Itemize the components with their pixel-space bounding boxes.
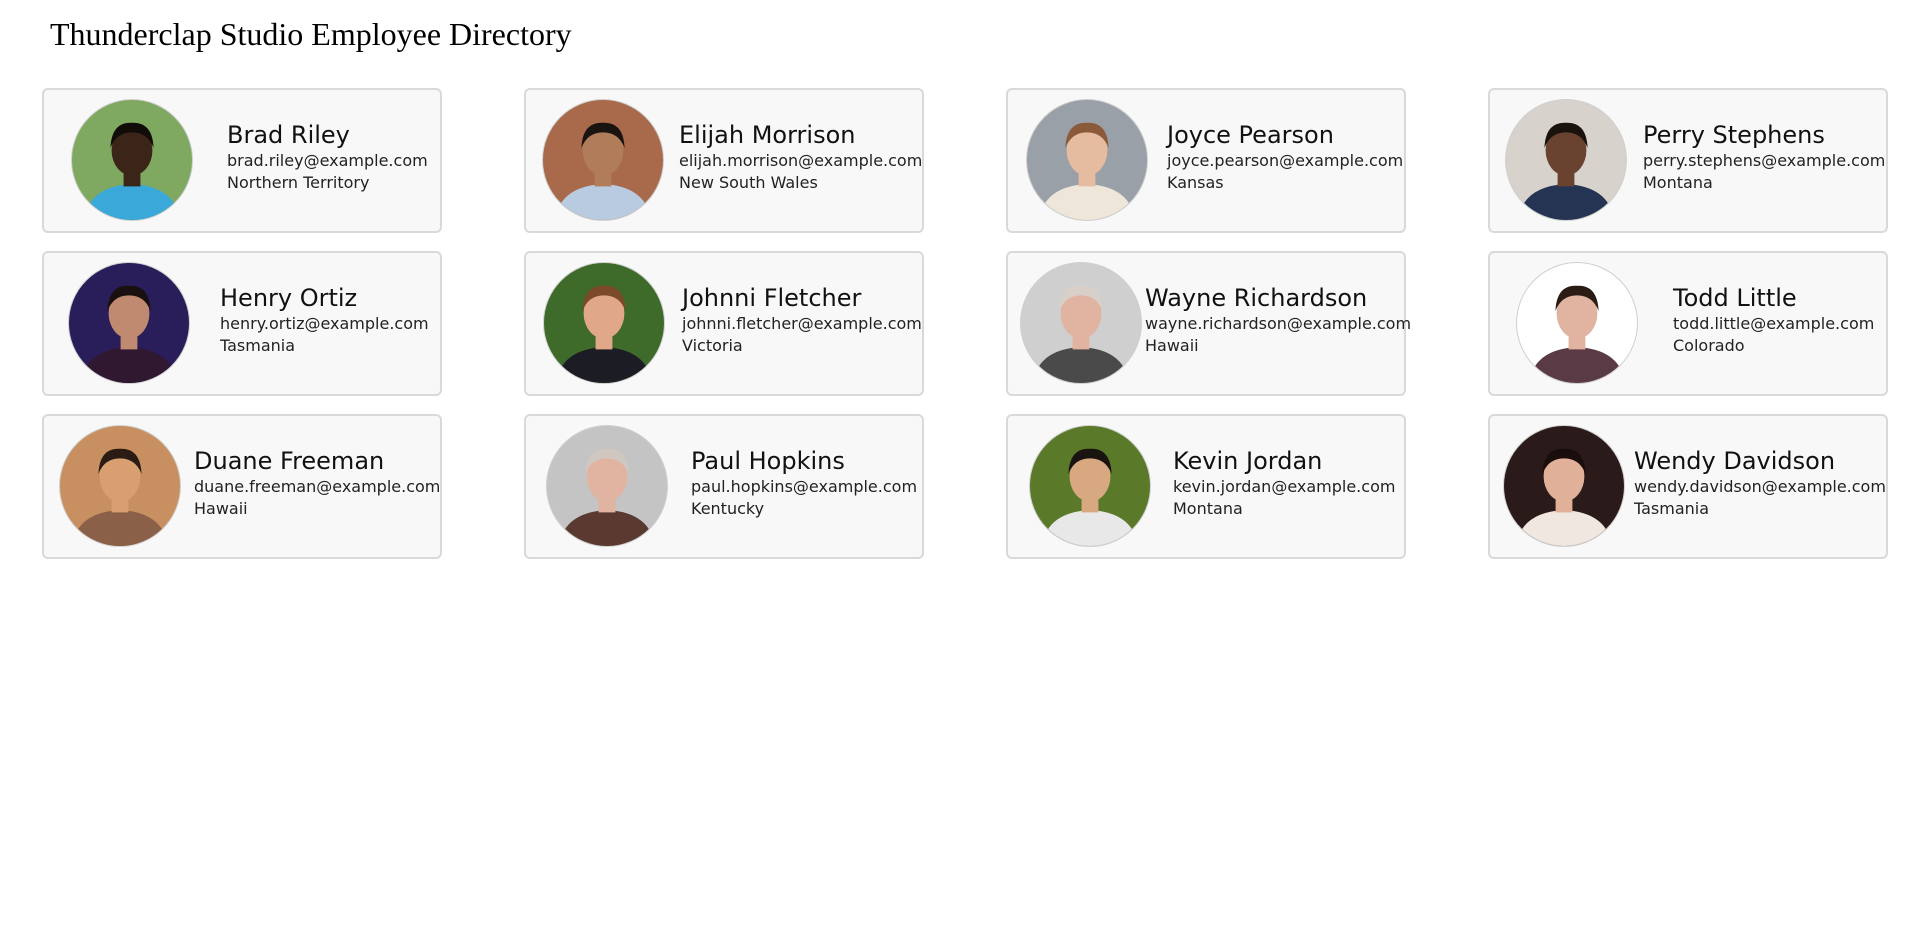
employee-card[interactable]: Brad Riley brad.riley@example.com Northe… [42,88,442,233]
employee-name: Paul Hopkins [691,447,845,475]
employee-card[interactable]: Wayne Richardson wayne.richardson@exampl… [1006,251,1411,396]
employee-name: Brad Riley [227,121,350,149]
avatar [546,425,668,547]
employee-name: Kevin Jordan [1173,447,1323,475]
employee-location: New South Wales [679,173,818,192]
employee-location: Victoria [682,336,743,355]
employee-card[interactable]: Henry Ortiz henry.ortiz@example.com Tasm… [42,251,442,396]
employee-location: Tasmania [1634,499,1710,518]
employee-card[interactable]: Elijah Morrison elijah.morrison@example.… [524,88,924,233]
avatar-photo [544,263,664,383]
avatar-photo [1027,100,1147,220]
employee-info: Johnni Fletcher johnni.fletcher@example.… [682,283,922,357]
avatar [543,262,665,384]
employee-location: Tasmania [220,336,296,355]
employee-card[interactable]: Kevin Jordan kevin.jordan@example.com Mo… [1006,414,1406,559]
employee-card[interactable]: Paul Hopkins paul.hopkins@example.com Ke… [524,414,924,559]
avatar-photo [72,100,192,220]
employee-location: Kansas [1167,173,1224,192]
employee-info: Paul Hopkins paul.hopkins@example.com Ke… [691,446,917,520]
employee-email: elijah.morrison@example.com [679,151,923,170]
employee-info: Perry Stephens perry.stephens@example.co… [1643,120,1885,194]
employee-info: Elijah Morrison elijah.morrison@example.… [679,120,922,194]
employee-location: Kentucky [691,499,765,518]
avatar-photo [1021,263,1141,383]
employee-name: Wayne Richardson [1145,284,1368,312]
employee-info: Kevin Jordan kevin.jordan@example.com Mo… [1173,446,1395,520]
employee-email: henry.ortiz@example.com [220,314,429,333]
employee-name: Johnni Fletcher [682,284,862,312]
avatar [68,262,190,384]
avatar-photo [69,263,189,383]
employee-info: Todd Little todd.little@example.com Colo… [1673,283,1874,357]
employee-email: perry.stephens@example.com [1643,151,1886,170]
avatar [1516,262,1638,384]
employee-email: joyce.pearson@example.com [1167,151,1404,170]
employee-email: duane.freeman@example.com [194,477,441,496]
employee-email: kevin.jordan@example.com [1173,477,1396,496]
avatar-photo [1030,426,1150,546]
avatar-photo [1506,100,1626,220]
avatar [59,425,181,547]
avatar [1020,262,1142,384]
avatar-photo [543,100,663,220]
employee-card[interactable]: Duane Freeman duane.freeman@example.com … [42,414,442,559]
employee-location: Colorado [1673,336,1745,355]
employee-name: Joyce Pearson [1167,121,1334,149]
avatar-photo [1504,426,1624,546]
employee-email: johnni.fletcher@example.com [682,314,922,333]
employee-location: Montana [1173,499,1243,518]
employee-name: Todd Little [1673,284,1797,312]
avatar-photo [60,426,180,546]
employee-location: Hawaii [194,499,248,518]
avatar [1505,99,1627,221]
employee-grid: Brad Riley brad.riley@example.com Northe… [42,88,1888,559]
employee-info: Joyce Pearson joyce.pearson@example.com … [1167,120,1403,194]
employee-email: wendy.davidson@example.com [1634,477,1886,496]
avatar [1503,425,1625,547]
employee-location: Hawaii [1145,336,1199,355]
avatar [542,99,664,221]
employee-email: todd.little@example.com [1673,314,1875,333]
employee-info: Brad Riley brad.riley@example.com Northe… [227,120,428,194]
employee-email: wayne.richardson@example.com [1145,314,1412,333]
employee-name: Henry Ortiz [220,284,358,312]
page-title: Thunderclap Studio Employee Directory [50,16,572,52]
avatar-photo [1517,263,1637,383]
employee-name: Duane Freeman [194,447,385,475]
avatar [71,99,193,221]
employee-name: Elijah Morrison [679,121,856,149]
employee-location: Northern Territory [227,173,370,192]
avatar [1026,99,1148,221]
avatar [1029,425,1151,547]
employee-location: Montana [1643,173,1713,192]
employee-info: Henry Ortiz henry.ortiz@example.com Tasm… [220,283,429,357]
employee-info: Wayne Richardson wayne.richardson@exampl… [1145,283,1411,357]
employee-name: Perry Stephens [1643,121,1825,149]
employee-card[interactable]: Johnni Fletcher johnni.fletcher@example.… [524,251,924,396]
employee-info: Duane Freeman duane.freeman@example.com … [194,446,440,520]
employee-card[interactable]: Todd Little todd.little@example.com Colo… [1488,251,1888,396]
employee-email: paul.hopkins@example.com [691,477,918,496]
avatar-photo [547,426,667,546]
employee-name: Wendy Davidson [1634,447,1836,475]
employee-email: brad.riley@example.com [227,151,428,170]
employee-info: Wendy Davidson wendy.davidson@example.co… [1634,446,1886,520]
employee-card[interactable]: Wendy Davidson wendy.davidson@example.co… [1488,414,1888,559]
employee-card[interactable]: Joyce Pearson joyce.pearson@example.com … [1006,88,1406,233]
employee-card[interactable]: Perry Stephens perry.stephens@example.co… [1488,88,1888,233]
